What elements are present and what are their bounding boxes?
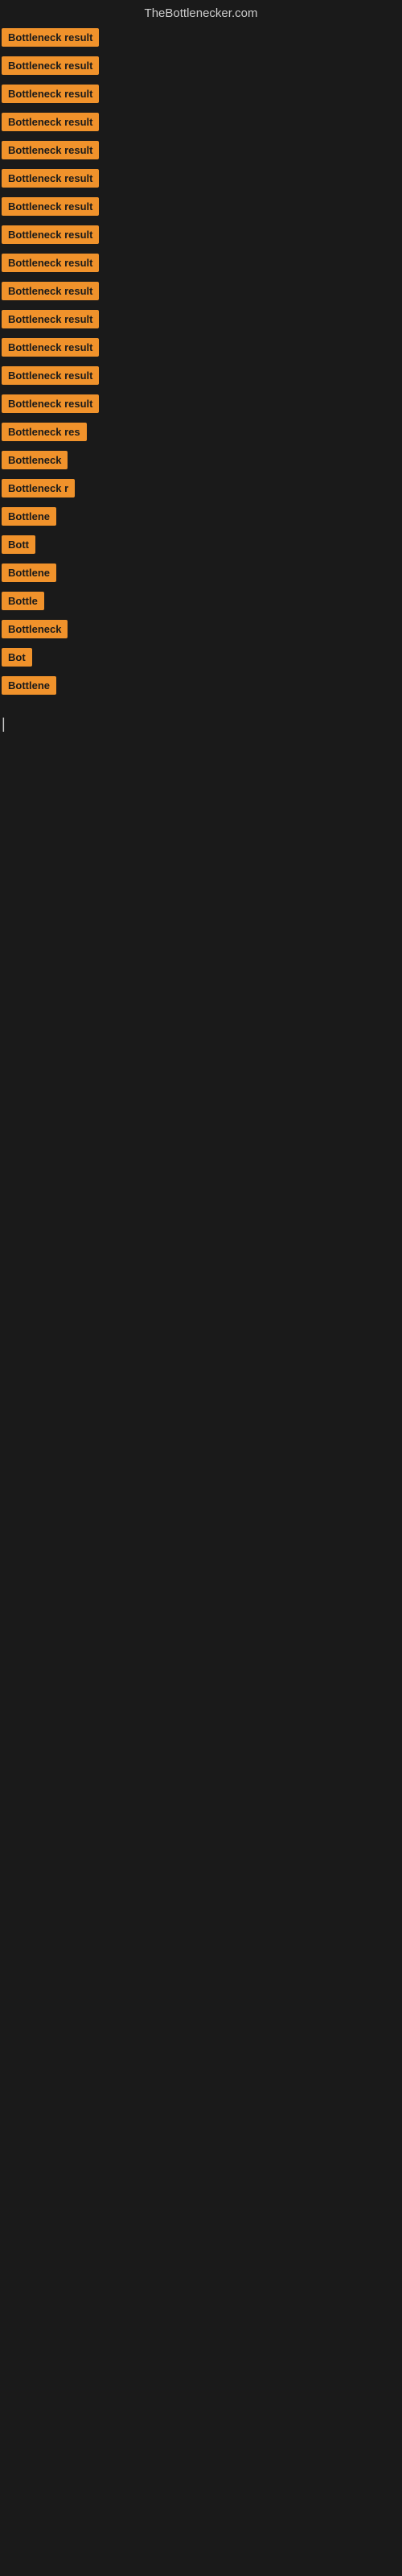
list-item[interactable]: Bottleneck result bbox=[2, 192, 402, 221]
bottleneck-badge: Bottleneck res bbox=[2, 423, 87, 441]
list-item[interactable]: Bottlene bbox=[2, 671, 402, 700]
bottleneck-badge: Bottleneck result bbox=[2, 394, 99, 413]
bottleneck-badge: Bottleneck result bbox=[2, 113, 99, 131]
list-item[interactable]: Bottleneck result bbox=[2, 136, 402, 164]
site-header: TheBottlenecker.com bbox=[0, 0, 402, 23]
list-item[interactable]: Bottleneck res bbox=[2, 418, 402, 446]
list-item[interactable]: Bot bbox=[2, 643, 402, 671]
list-item[interactable]: Bottleneck result bbox=[2, 390, 402, 418]
bottleneck-badge: Bottleneck result bbox=[2, 338, 99, 357]
list-item[interactable]: Bottleneck result bbox=[2, 333, 402, 361]
list-item[interactable]: Bott bbox=[2, 530, 402, 559]
bottleneck-badge: Bottleneck result bbox=[2, 366, 99, 385]
list-item[interactable]: Bottleneck result bbox=[2, 277, 402, 305]
list-item[interactable]: Bottleneck r bbox=[2, 474, 402, 502]
bottleneck-badge: Bottlene bbox=[2, 676, 56, 695]
list-item[interactable]: Bottleneck result bbox=[2, 80, 402, 108]
cursor-line bbox=[2, 716, 402, 733]
bottleneck-badge: Bottleneck result bbox=[2, 56, 99, 75]
bottleneck-badge: Bottleneck bbox=[2, 620, 68, 638]
list-item[interactable]: Bottleneck result bbox=[2, 305, 402, 333]
bottleneck-badge: Bottle bbox=[2, 592, 44, 610]
bottleneck-list: Bottleneck result Bottleneck result Bottle… bbox=[0, 23, 402, 700]
bottleneck-badge: Bottleneck result bbox=[2, 141, 99, 159]
list-item[interactable]: Bottleneck result bbox=[2, 221, 402, 249]
list-item[interactable]: Bottlene bbox=[2, 559, 402, 587]
bottleneck-badge: Bottleneck r bbox=[2, 479, 75, 497]
bottleneck-badge: Bottleneck result bbox=[2, 282, 99, 300]
bottleneck-badge: Bottleneck bbox=[2, 451, 68, 469]
list-item[interactable]: Bottle bbox=[2, 587, 402, 615]
bottleneck-badge: Bot bbox=[2, 648, 32, 667]
bottleneck-badge: Bottleneck result bbox=[2, 28, 99, 47]
bottleneck-badge: Bottleneck result bbox=[2, 254, 99, 272]
list-item[interactable]: Bottleneck bbox=[2, 615, 402, 643]
list-item[interactable]: Bottlene bbox=[2, 502, 402, 530]
bottleneck-badge: Bottleneck result bbox=[2, 169, 99, 188]
bottleneck-badge: Bottlene bbox=[2, 564, 56, 582]
bottleneck-badge: Bottleneck result bbox=[2, 85, 99, 103]
bottleneck-badge: Bottleneck result bbox=[2, 197, 99, 216]
bottleneck-badge: Bott bbox=[2, 535, 35, 554]
list-item[interactable]: Bottleneck result bbox=[2, 23, 402, 52]
bottleneck-badge: Bottleneck result bbox=[2, 225, 99, 244]
bottleneck-badge: Bottleneck result bbox=[2, 310, 99, 328]
list-item[interactable]: Bottleneck result bbox=[2, 361, 402, 390]
bottleneck-badge: Bottlene bbox=[2, 507, 56, 526]
list-item[interactable]: Bottleneck bbox=[2, 446, 402, 474]
list-item[interactable]: Bottleneck result bbox=[2, 108, 402, 136]
list-item[interactable]: Bottleneck result bbox=[2, 52, 402, 80]
list-item[interactable]: Bottleneck result bbox=[2, 164, 402, 192]
list-item[interactable]: Bottleneck result bbox=[2, 249, 402, 277]
